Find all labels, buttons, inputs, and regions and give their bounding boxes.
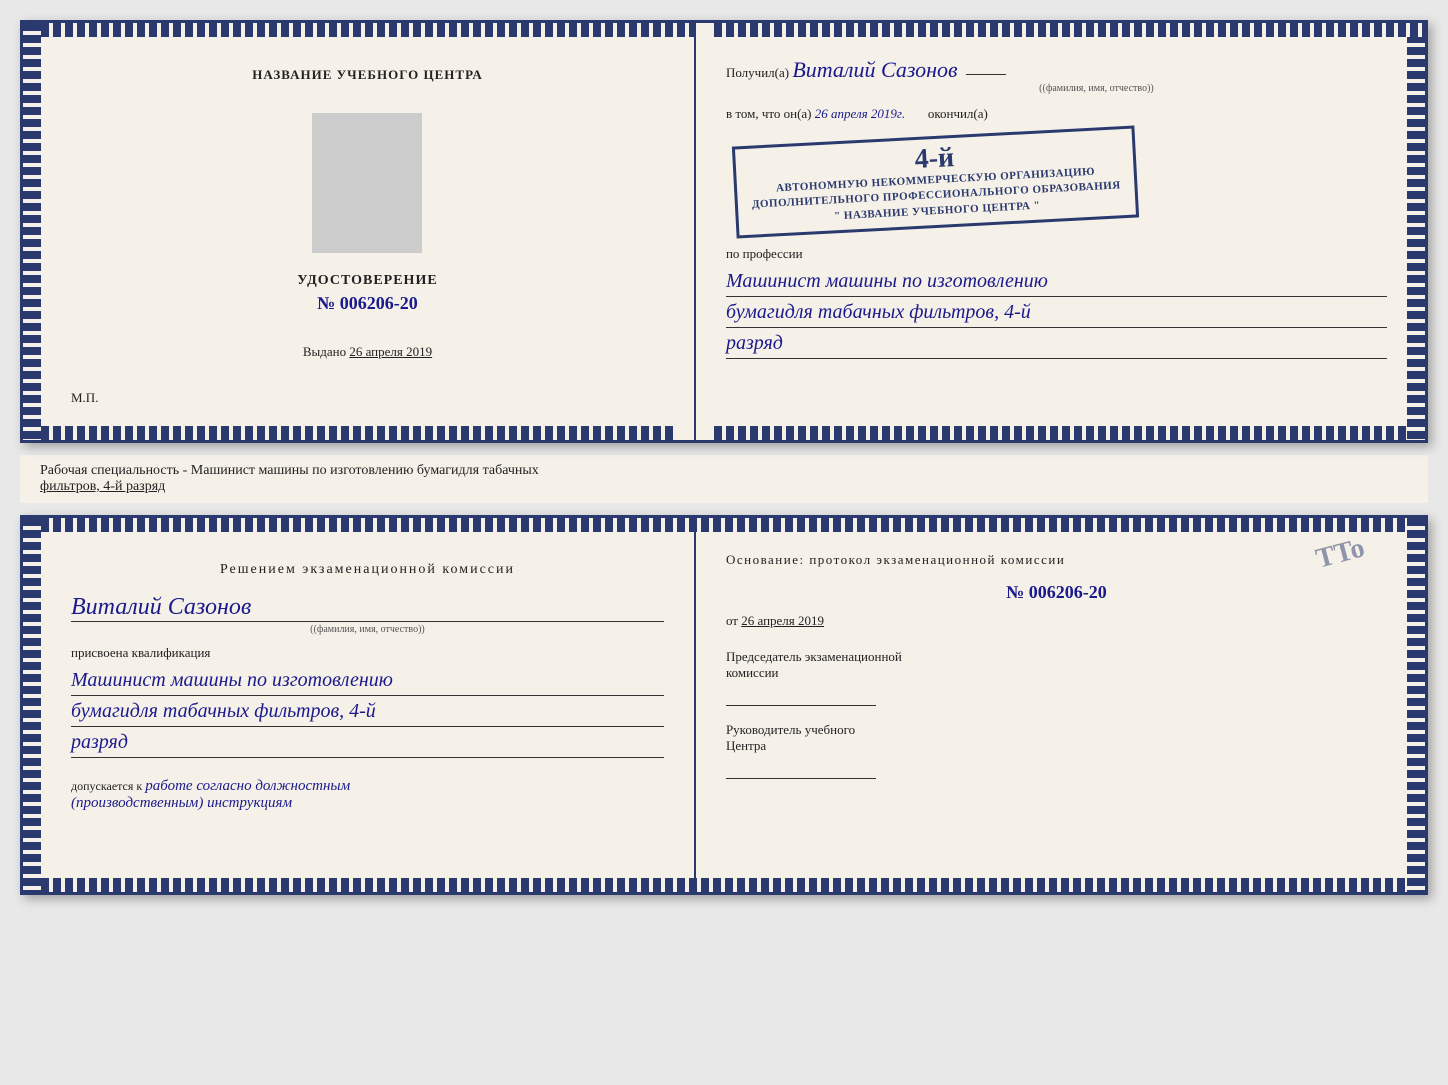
protocol-number: № 006206-20: [726, 582, 1387, 603]
center-title: НАЗВАНИЕ УЧЕБНОГО ЦЕНТРА: [252, 67, 483, 83]
bottom-booklet-right: Основание: протокол экзаменационной коми…: [696, 518, 1425, 892]
fio-subtitle: ((фамилия, имя, отчество)): [806, 83, 1387, 94]
right-inner: Получил(а) Виталий Сазонов ((фамилия, им…: [726, 43, 1387, 373]
okonchil-label: окончил(а): [928, 106, 988, 121]
bottom-qualification-line1: Машинист машины по изготовлению: [71, 665, 664, 696]
dopuskaetsya-cursive2: (производственным) инструкциям: [71, 795, 292, 811]
stripe-right-top: [1407, 23, 1425, 440]
name-dash: [966, 74, 1006, 75]
middle-text: Рабочая специальность - Машинист машины …: [40, 463, 539, 478]
profession-line2: бумагидля табачных фильтров, 4-й: [726, 297, 1387, 328]
ot-date-value: 26 апреля 2019: [741, 613, 824, 628]
page-wrapper: НАЗВАНИЕ УЧЕБНОГО ЦЕНТРА УДОСТОВЕРЕНИЕ №…: [20, 20, 1428, 895]
prisvoena-text: присвоена квалификация: [71, 645, 664, 661]
top-booklet: НАЗВАНИЕ УЧЕБНОГО ЦЕНТРА УДОСТОВЕРЕНИЕ №…: [20, 20, 1428, 443]
stripe-top: [41, 23, 694, 37]
resheniem-title: Решением экзаменационной комиссии: [71, 562, 664, 578]
bottom-booklet-left: Решением экзаменационной комиссии Витали…: [23, 518, 696, 892]
vtom-label: в том, что он(а): [726, 106, 812, 121]
top-booklet-right: Получил(а) Виталий Сазонов ((фамилия, им…: [696, 23, 1425, 440]
profession-line3: разряд: [726, 328, 1387, 359]
poluchil-label: Получил(а): [726, 65, 789, 80]
stripe-left: [23, 23, 41, 440]
mp-line: М.П.: [71, 390, 98, 406]
stripe-bottom-right: [714, 426, 1407, 440]
stamp-box: 4-й АВТОНОМНУЮ НЕКОММЕРЧЕСКУЮ ОРГАНИЗАЦИ…: [732, 126, 1140, 239]
bottom-left-inner: Решением экзаменационной комиссии Витали…: [71, 548, 664, 826]
bottom-fio-subtitle: ((фамилия, имя, отчество)): [71, 624, 664, 635]
profession-line1: Машинист машины по изготовлению: [726, 266, 1387, 297]
vydano-line: Выдано 26 апреля 2019: [303, 344, 432, 360]
bottom-booklet: TTo Решением экзаменационной комиссии Ви…: [20, 515, 1428, 895]
date-value: 26 апреля 2019г.: [815, 106, 905, 121]
bottom-right-inner: Основание: протокол экзаменационной коми…: [726, 538, 1387, 809]
udostoverenie-title: УДОСТОВЕРЕНИЕ: [297, 273, 437, 289]
stamp-area: 4-й АВТОНОМНУЮ НЕКОММЕРЧЕСКУЮ ОРГАНИЗАЦИ…: [726, 128, 1387, 236]
osnovanie-text: Основание: протокол экзаменационной коми…: [726, 552, 1387, 568]
bottom-qualification-line2: бумагидля табачных фильтров, 4-й: [71, 696, 664, 727]
poluchil-line: Получил(а) Виталий Сазонов ((фамилия, им…: [726, 57, 1387, 94]
rukovoditel-sig-line: [726, 759, 876, 779]
stripe-bottom: [41, 426, 676, 440]
recipient-name: Виталий Сазонов: [792, 57, 957, 82]
predsedatel-sig-line: [726, 686, 876, 706]
udostoverenie-number: № 006206-20: [317, 293, 418, 314]
po-professii: по профессии: [726, 246, 1387, 262]
left-inner: НАЗВАНИЕ УЧЕБНОГО ЦЕНТРА УДОСТОВЕРЕНИЕ №…: [71, 53, 664, 420]
vydano-label: Выдано: [303, 344, 346, 359]
middle-underline-text: фильтров, 4-й разряд: [40, 479, 165, 494]
vydano-date: 26 апреля 2019: [349, 344, 432, 359]
photo-placeholder: [312, 113, 422, 253]
top-booklet-left: НАЗВАНИЕ УЧЕБНОГО ЦЕНТРА УДОСТОВЕРЕНИЕ №…: [23, 23, 696, 440]
dopuskaetsya-text: допускается к работе согласно должностны…: [71, 778, 664, 812]
rukovoditel-text: Руководитель учебного Центра: [726, 722, 1387, 754]
ot-label: от: [726, 613, 738, 628]
vtom-line: в том, что он(а) 26 апреля 2019г. окончи…: [726, 106, 1387, 122]
stripe-top-right: [714, 23, 1425, 37]
dopuskaetsya-cursive: работе согласно должностным: [145, 778, 350, 794]
ot-date: от 26 апреля 2019: [726, 613, 1387, 629]
bottom-qualification-line3: разряд: [71, 727, 664, 758]
predsedatel-text: Председатель экзаменационной комиссии: [726, 649, 1387, 681]
middle-strip: Рабочая специальность - Машинист машины …: [20, 455, 1428, 503]
dopuskaetsya-label: допускается к: [71, 779, 142, 793]
bottom-name-cursive: Виталий Сазонов: [71, 594, 664, 622]
